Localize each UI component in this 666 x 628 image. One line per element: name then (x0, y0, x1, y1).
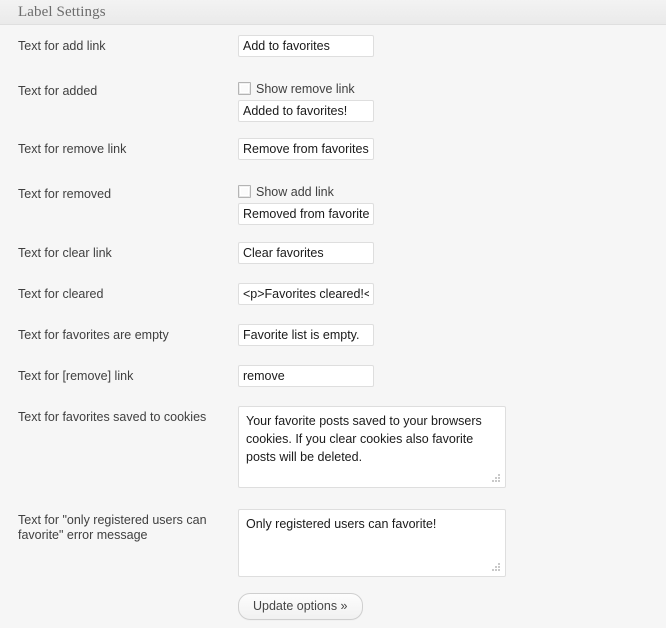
field-label-added: Text for added (0, 73, 238, 135)
form-row-favorites-empty: Text for favorites are empty (0, 320, 666, 361)
form-row-cleared: Text for cleared (0, 279, 666, 320)
input-text-add-link[interactable] (238, 35, 374, 57)
field-label-remove-label: Text for [remove] link (0, 361, 238, 402)
field-cell-clear-link (238, 238, 666, 279)
field-cell-cleared (238, 279, 666, 320)
panel-header: Label Settings (0, 0, 666, 25)
field-label-cleared: Text for cleared (0, 279, 238, 320)
checkbox-label-show-remove-link: Show remove link (256, 82, 355, 96)
field-label-saved-to-cookies: Text for favorites saved to cookies (0, 402, 238, 503)
field-label-favorites-empty: Text for favorites are empty (0, 320, 238, 361)
field-cell-removed: Show add link (238, 176, 666, 238)
field-cell-remove-label (238, 361, 666, 402)
page-title: Label Settings (18, 4, 106, 21)
field-cell-added: Show remove link (238, 73, 666, 135)
checkbox-label-show-add-link: Show add link (256, 185, 334, 199)
field-label-clear-link: Text for clear link (0, 238, 238, 279)
checkbox-show-add-link[interactable] (238, 185, 251, 198)
form-row-added: Text for added Show remove link (0, 73, 666, 135)
input-text-remove-label[interactable] (238, 365, 374, 387)
checkbox-row-show-add-link[interactable]: Show add link (238, 184, 666, 199)
form-row-registered-error: Text for "only registered users can favo… (0, 503, 666, 593)
field-cell-remove-link (238, 135, 666, 176)
form-row-removed: Text for removed Show add link (0, 176, 666, 238)
field-cell-add-link (238, 25, 666, 73)
form-row-submit: Update options » (0, 593, 666, 620)
input-text-added[interactable] (238, 100, 374, 122)
update-options-button[interactable]: Update options » (238, 593, 363, 620)
checkbox-row-show-remove-link[interactable]: Show remove link (238, 81, 666, 96)
field-label-registered-error: Text for "only registered users can favo… (0, 503, 238, 593)
textarea-saved-to-cookies[interactable]: Your favorite posts saved to your browse… (238, 406, 506, 488)
form-row-clear-link: Text for clear link (0, 238, 666, 279)
form-row-add-link: Text for add link (0, 25, 666, 73)
form-row-remove-link: Text for remove link (0, 135, 666, 176)
field-cell-submit: Update options » (238, 593, 666, 620)
input-text-remove-link[interactable] (238, 138, 374, 160)
textarea-registered-error[interactable]: Only registered users can favorite! (238, 509, 506, 577)
textarea-wrap-registered-error: Only registered users can favorite! (238, 509, 506, 577)
submit-spacer (0, 593, 238, 620)
checkbox-show-remove-link[interactable] (238, 82, 251, 95)
input-text-favorites-empty[interactable] (238, 324, 374, 346)
field-cell-saved-to-cookies: Your favorite posts saved to your browse… (238, 402, 666, 503)
field-cell-favorites-empty (238, 320, 666, 361)
field-label-add-link: Text for add link (0, 25, 238, 73)
field-label-removed: Text for removed (0, 176, 238, 238)
field-label-remove-link: Text for remove link (0, 135, 238, 176)
form-row-saved-to-cookies: Text for favorites saved to cookies Your… (0, 402, 666, 503)
form-row-remove-label: Text for [remove] link (0, 361, 666, 402)
label-settings-form: Text for add link Text for added Show re… (0, 25, 666, 620)
textarea-wrap-saved-to-cookies: Your favorite posts saved to your browse… (238, 406, 506, 488)
input-text-cleared[interactable] (238, 283, 374, 305)
input-text-removed[interactable] (238, 203, 374, 225)
input-text-clear-link[interactable] (238, 242, 374, 264)
field-cell-registered-error: Only registered users can favorite! (238, 503, 666, 593)
